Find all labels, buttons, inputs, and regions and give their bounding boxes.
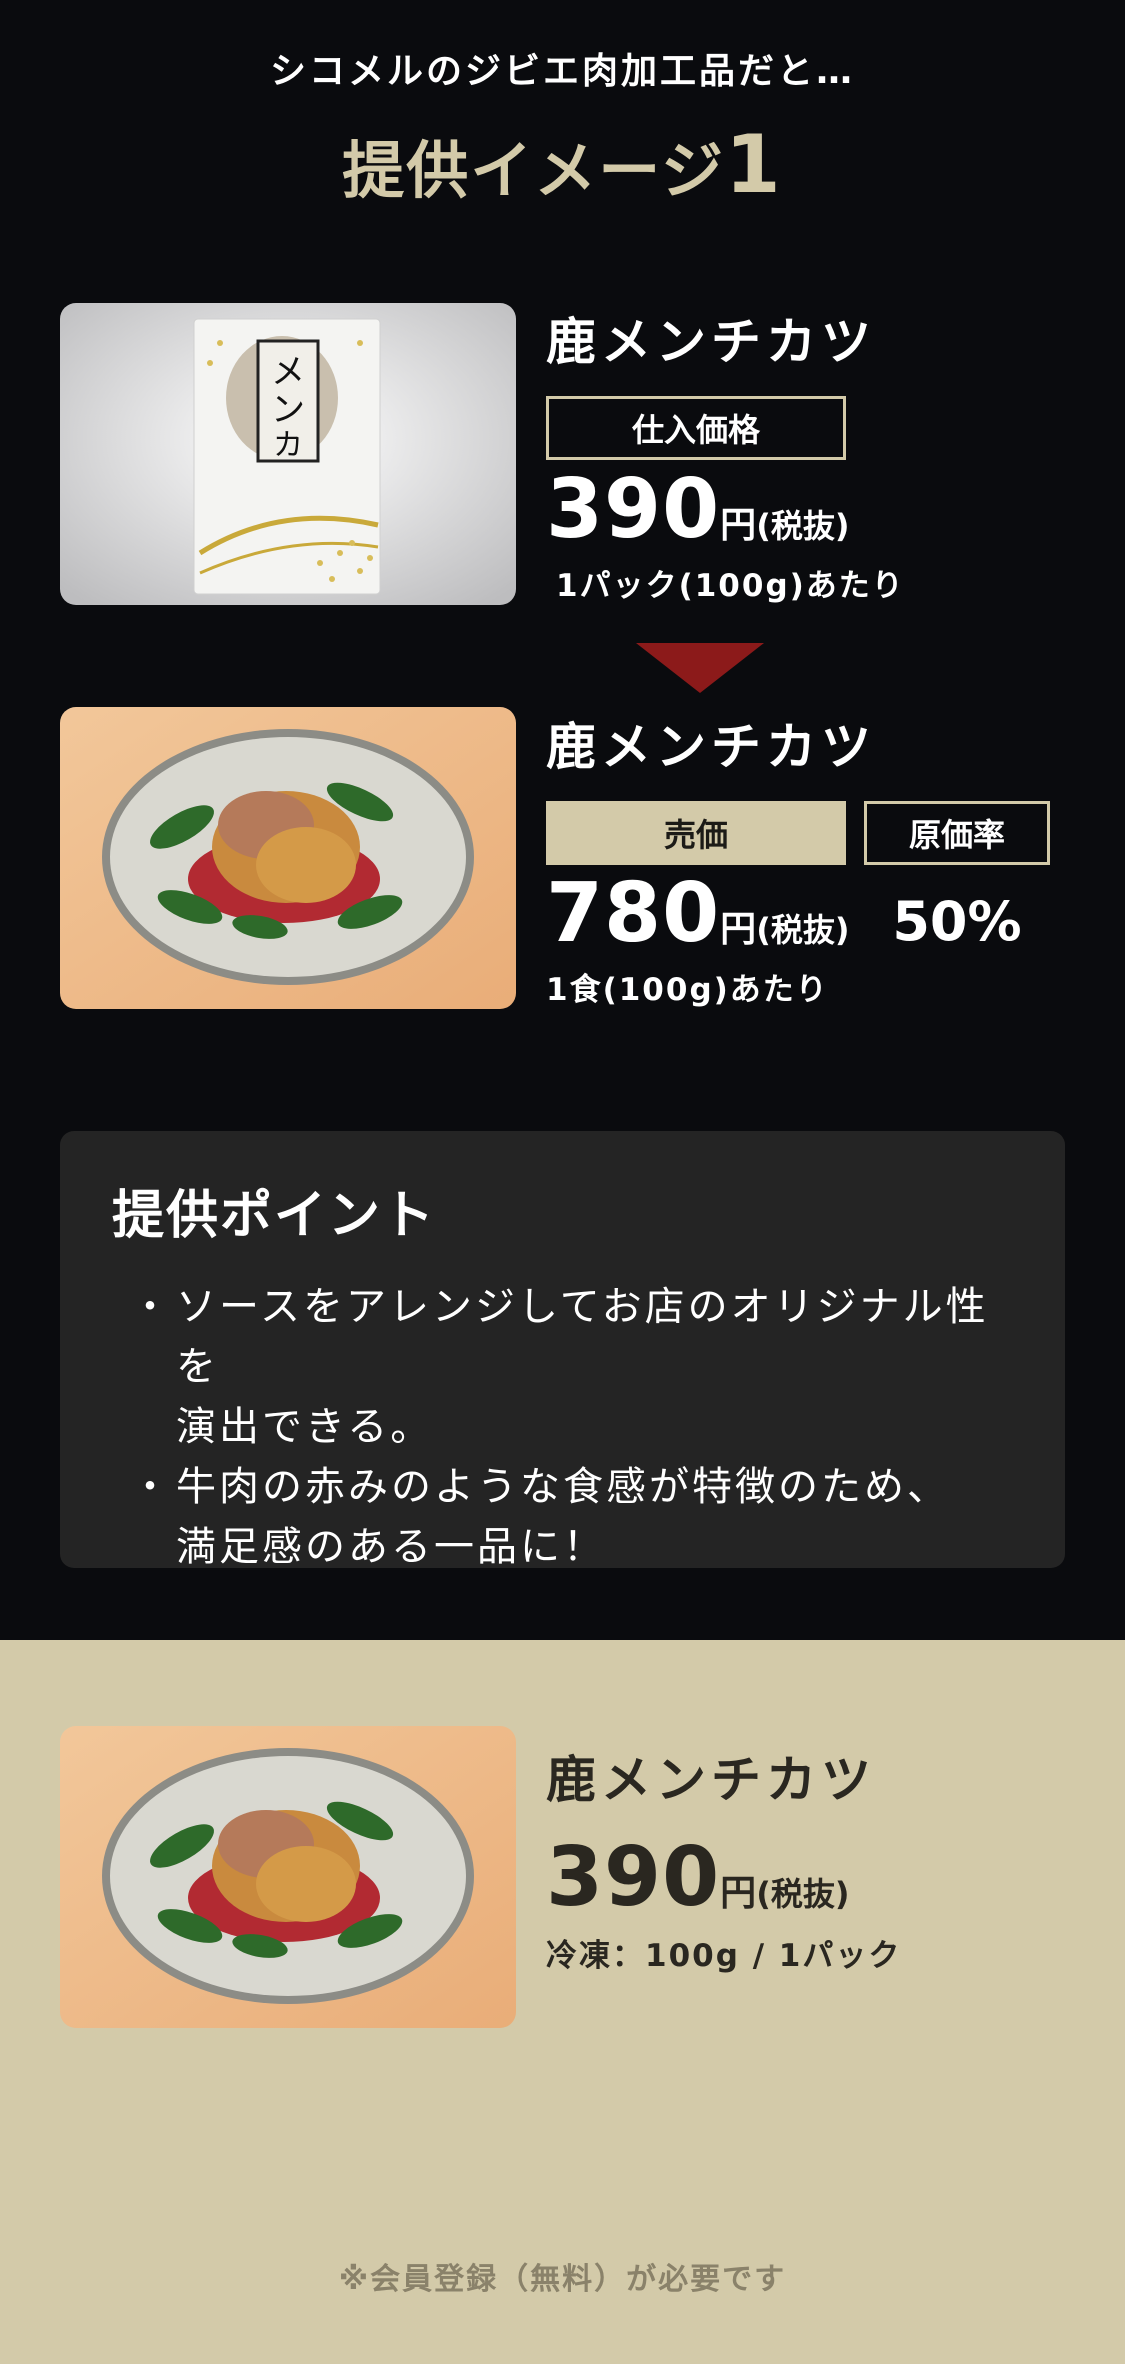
purchase-price-label: 仕入価格 (546, 396, 846, 460)
price-unit: 円 (720, 1873, 757, 1914)
points-title: 提供ポイント (112, 1186, 437, 1246)
point-text-line: ソースをアレンジしてお店のオリジナル性を (176, 1284, 989, 1390)
purchase-per-unit: 1パック(100g)あたり (556, 568, 905, 604)
svg-text:メ: メ (271, 352, 305, 392)
price-tax-note: (税抜) (756, 507, 850, 545)
serving-points-card: 提供ポイント ・ソースをアレンジしてお店のオリジナル性を 演出できる。 ・牛肉の赤… (60, 1131, 1065, 1570)
bullet: ・ (130, 1284, 173, 1330)
price-tax-note: (税抜) (756, 1875, 850, 1913)
selling-price-value: 780 (546, 866, 721, 961)
bullet: ・ (130, 1464, 173, 1510)
selling-price: 780円(税抜) (546, 866, 849, 961)
svg-text:ン: ン (271, 390, 305, 430)
plated-dish-image (60, 707, 516, 1009)
svg-text:カ: カ (273, 428, 303, 463)
cost-ratio-label: 原価率 (864, 801, 1050, 865)
down-arrow-icon (636, 643, 764, 693)
product-spec: 冷凍：100g / 1パック (546, 1938, 902, 1974)
product-price: 390円(税抜) (546, 1830, 849, 1925)
membership-note: ※会員登録（無料）が必要です (338, 2262, 787, 2297)
product-card-name[interactable]: 鹿メンチカツ (546, 1740, 876, 1812)
selling-price-label: 売価 (546, 801, 846, 865)
serving-per-unit: 1食(100g)あたり (546, 972, 829, 1008)
point-text-line: 満足感のある一品に！ (176, 1524, 606, 1570)
packaged-product-image: メ ン カ (60, 303, 516, 605)
list-item: ・牛肉の赤みのような食感が特徴のため、 満足感のある一品に！ (130, 1457, 1030, 1577)
point-text-line: 牛肉の赤みのような食感が特徴のため、 (176, 1464, 950, 1510)
title-text: 提供イメージ (342, 134, 726, 207)
product-name: 鹿メンチカツ (546, 313, 876, 371)
price-tax-note: (税抜) (756, 911, 850, 949)
points-list: ・ソースをアレンジしてお店のオリジナル性を 演出できる。 ・牛肉の赤みのような食感… (130, 1277, 1030, 1577)
intro-text: シコメルのジビエ肉加工品だと… (269, 51, 855, 92)
purchase-price: 390円(税抜) (546, 462, 849, 557)
purchase-price-value: 390 (546, 462, 721, 557)
list-item: ・ソースをアレンジしてお店のオリジナル性を演出できる。 (130, 1277, 1030, 1457)
price-unit: 円 (720, 909, 757, 950)
title-number: 1 (725, 118, 783, 211)
serving-product-name: 鹿メンチカツ (546, 718, 876, 776)
price-unit: 円 (720, 505, 757, 546)
page-title: 提供イメージ1 (0, 118, 1125, 211)
product-image[interactable] (60, 1726, 516, 2028)
cost-ratio-value: 50% (892, 890, 1022, 953)
product-price-value: 390 (546, 1830, 721, 1925)
point-text-line: 演出できる。 (176, 1404, 434, 1450)
